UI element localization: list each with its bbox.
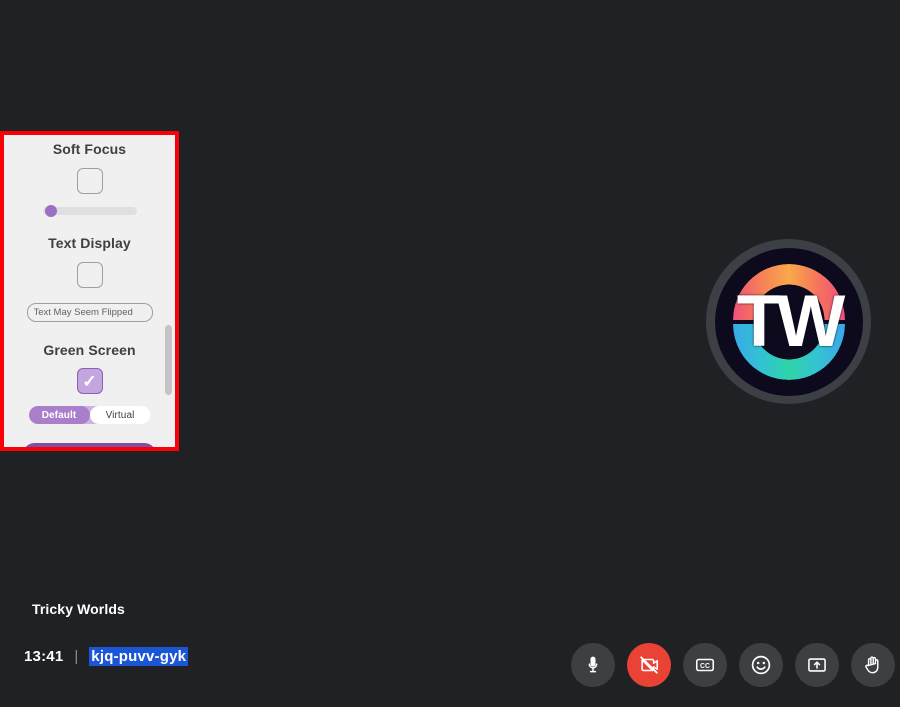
meeting-code-label[interactable]: kjq-puvv-gyk [89,647,188,666]
soft-focus-slider-thumb[interactable] [45,205,57,217]
soft-focus-checkbox[interactable] [77,168,103,194]
text-display-title: Text Display [14,235,165,251]
present-button[interactable] [795,643,839,687]
closed-captions-icon: CC [694,654,716,676]
control-button-cluster: CC [571,643,900,687]
microphone-button[interactable] [571,643,615,687]
background-mode-default[interactable]: Default [29,406,90,424]
svg-text:CC: CC [700,663,710,670]
bottom-control-bar: 13:41 | kjq-puvv-gyk [0,633,900,707]
raise-hand-button[interactable] [851,643,895,687]
captions-button[interactable]: CC [683,643,727,687]
camera-off-icon [638,654,660,676]
text-display-checkbox[interactable] [77,262,103,288]
meeting-info: 13:41 | kjq-puvv-gyk [24,647,188,666]
participant-name-label: Tricky Worlds [32,601,125,617]
background-mode-virtual[interactable]: Virtual [90,406,151,424]
green-screen-title: Green Screen [14,342,165,358]
settings-panel-highlight: Soft Focus Text Display Green Screen ✓ [0,131,179,451]
avatar-logo: TW [715,248,863,396]
present-screen-icon [806,654,828,676]
green-screen-checkbox[interactable]: ✓ [77,368,103,394]
background-mode-toggle[interactable]: Default Virtual [29,406,151,424]
panel-scrollbar-thumb[interactable] [165,325,172,395]
raise-hand-icon [862,654,884,676]
soft-focus-title: Soft Focus [14,141,165,157]
meeting-info-divider: | [74,648,78,665]
text-display-input[interactable] [27,303,153,322]
soft-focus-slider[interactable] [43,207,137,215]
checkmark-icon: ✓ [82,373,96,390]
panel-scrollbar[interactable] [165,135,172,447]
avatar: TW [706,239,871,404]
emoji-smiley-icon [749,653,773,677]
avatar-initials: TW [737,285,841,358]
reactions-button[interactable] [739,643,783,687]
effects-settings-panel: Soft Focus Text Display Green Screen ✓ [4,135,175,447]
camera-button[interactable] [627,643,671,687]
meeting-time-label: 13:41 [24,648,63,665]
upload-background-button[interactable]: Upload Background [23,443,155,451]
microphone-icon [583,655,603,675]
